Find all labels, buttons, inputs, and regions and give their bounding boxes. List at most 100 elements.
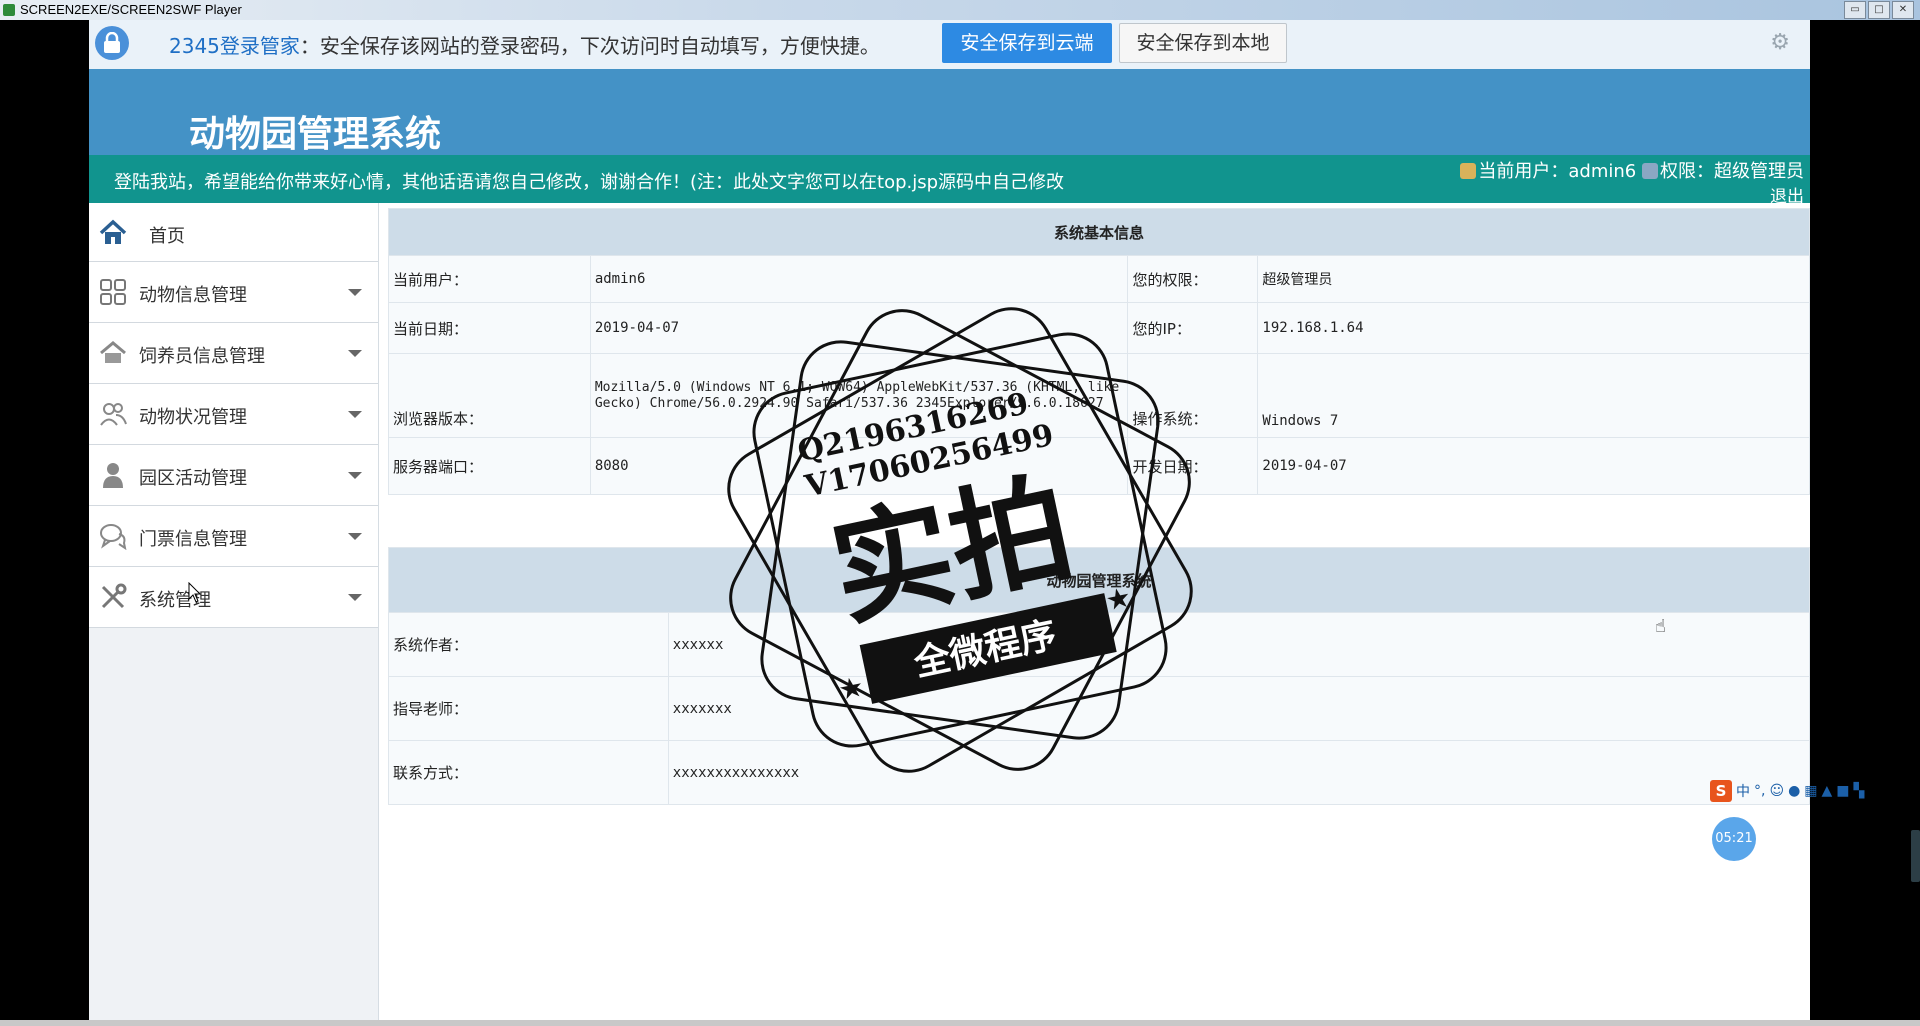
ime-logo-icon: S	[1710, 780, 1732, 802]
role-value: 超级管理员	[1714, 161, 1804, 182]
sidebar-item-label: 园区活动管理	[139, 468, 247, 489]
sidebar-item-ticket-info[interactable]: 门票信息管理	[89, 506, 378, 567]
window-controls: ▭ □ ✕	[1844, 1, 1914, 19]
user-info: 当前用户：admin6 权限：超级管理员	[1460, 157, 1804, 183]
cell-value: xxxxxxxxxxxxxxx	[667, 740, 1810, 805]
cell-value: Windows 7	[1257, 353, 1810, 438]
chevron-down-icon	[348, 350, 362, 357]
cell-label: 系统作者：	[388, 612, 669, 677]
about-table: 动物园管理系统 系统作者： xxxxxx 指导老师： xxxxxxx 联系方式：…	[388, 547, 1810, 805]
grid-icon	[100, 279, 126, 305]
ime-toolbar[interactable]: S 中 °, ☺ ● ▦ ▲ ■ ▚	[1710, 780, 1864, 802]
cell-value: 8080	[589, 437, 1129, 495]
cell-value: 192.168.1.64	[1257, 302, 1810, 354]
chevron-down-icon	[348, 411, 362, 418]
house-icon	[100, 341, 126, 363]
maximize-button[interactable]: □	[1868, 1, 1890, 19]
cell-label: 浏览器版本：	[388, 353, 591, 438]
sidebar-item-label: 动物状况管理	[139, 407, 247, 428]
password-manager-brand: 2345登录管家	[169, 34, 300, 58]
sidebar-item-system[interactable]: 系统管理	[89, 567, 378, 628]
table-row: 系统作者： xxxxxx	[388, 612, 1810, 677]
sidebar-item-label: 门票信息管理	[139, 529, 247, 550]
chevron-down-icon	[348, 289, 362, 296]
cell-label: 您的权限：	[1127, 255, 1259, 303]
table-row: 服务器端口： 8080 开发日期： 2019-04-07	[388, 437, 1810, 495]
chevron-down-icon	[348, 594, 362, 601]
cell-label: 服务器端口：	[388, 437, 591, 495]
cell-value: 2019-04-07	[1257, 437, 1810, 495]
cell-label: 您的IP：	[1127, 302, 1259, 354]
table-row: 指导老师： xxxxxxx	[388, 676, 1810, 741]
gear-icon[interactable]: ⚙	[1770, 30, 1790, 55]
cell-value: admin6	[589, 255, 1129, 303]
cell-label: 当前日期：	[388, 302, 591, 354]
logout-link[interactable]: 退出	[1770, 182, 1804, 207]
sidebar-item-home[interactable]: 首页	[89, 203, 378, 262]
site-title: 动物园管理系统	[189, 114, 442, 155]
sidebar-item-keeper-info[interactable]: 饲养员信息管理	[89, 323, 378, 384]
sidebar-item-label: 动物信息管理	[139, 285, 247, 306]
user-icon	[1460, 163, 1477, 179]
system-info-table: 系统基本信息 当前用户： admin6 您的权限： 超级管理员 当前日期： 20…	[388, 208, 1810, 495]
role-icon	[1642, 163, 1658, 179]
password-manager-bar: 2345登录管家：安全保存该网站的登录密码，下次访问时自动填写，方便快捷。 安全…	[89, 20, 1810, 70]
cell-value: 2019-04-07	[589, 302, 1129, 354]
cell-value: xxxxxx	[667, 612, 1810, 677]
table-row: 浏览器版本： Mozilla/5.0 (Windows NT 6.1; WOW6…	[388, 353, 1810, 438]
skin-icon[interactable]: ▲	[1822, 783, 1833, 799]
sidebar-item-park-activity[interactable]: 园区活动管理	[89, 445, 378, 506]
cell-label: 开发日期：	[1127, 437, 1259, 495]
sidebar-item-label: 饲养员信息管理	[139, 346, 265, 367]
lock-icon	[95, 26, 129, 60]
emoji-icon[interactable]: ☺	[1769, 783, 1784, 799]
table-row: 联系方式： xxxxxxxxxxxxxxx	[388, 740, 1810, 805]
table-row: 当前用户： admin6 您的权限： 超级管理员	[388, 255, 1810, 303]
hand-cursor-icon: ☝	[1655, 616, 1666, 637]
save-to-cloud-button[interactable]: 安全保存到云端	[942, 23, 1112, 63]
main-content: 系统基本信息 当前用户： admin6 您的权限： 超级管理员 当前日期： 20…	[388, 208, 1810, 805]
sidebar: 首页 动物信息管理 饲养员信息管理 动物状况管理 园区活动管理 门票信息管理 系…	[89, 203, 379, 1020]
sidebar-item-animal-status[interactable]: 动物状况管理	[89, 384, 378, 445]
close-button[interactable]: ✕	[1892, 1, 1914, 19]
about-heading: 动物园管理系统	[388, 547, 1810, 613]
grid-icon[interactable]: ▚	[1854, 783, 1865, 799]
cell-label: 当前用户：	[388, 255, 591, 303]
current-user-label: 当前用户：	[1478, 161, 1569, 182]
ime-mode[interactable]: 中	[1736, 781, 1750, 801]
cell-label: 指导老师：	[388, 676, 669, 741]
minimize-button[interactable]: ▭	[1844, 1, 1866, 19]
shirt-icon[interactable]: ■	[1836, 783, 1849, 799]
volume-gauge	[1911, 830, 1920, 882]
keyboard-icon[interactable]: ▦	[1804, 783, 1817, 799]
cell-label: 操作系统：	[1127, 353, 1259, 438]
sidebar-item-label: 首页	[149, 226, 185, 247]
save-to-local-button[interactable]: 安全保存到本地	[1119, 23, 1287, 63]
person-icon	[103, 463, 123, 488]
system-info-heading: 系统基本信息	[388, 208, 1810, 256]
mouse-pointer-icon	[188, 582, 202, 603]
home-icon	[99, 219, 127, 244]
chat-icon	[100, 524, 127, 550]
chevron-down-icon	[348, 533, 362, 540]
microphone-icon[interactable]: ●	[1788, 783, 1800, 799]
chevron-down-icon	[348, 472, 362, 479]
notice-text: 登陆我站，希望能给你带来好心情，其他话语请您自己修改，谢谢合作！(注：此处文字您…	[114, 172, 1065, 193]
ime-punct[interactable]: °,	[1754, 783, 1765, 799]
player-title: SCREEN2EXE/SCREEN2SWF Player	[20, 2, 242, 17]
browser-viewport: 2345登录管家：安全保存该网站的登录密码，下次访问时自动填写，方便快捷。 安全…	[89, 20, 1810, 1020]
player-bottom-bar	[0, 1020, 1920, 1026]
password-manager-text: ：安全保存该网站的登录密码，下次访问时自动填写，方便快捷。	[299, 34, 880, 58]
users-icon	[100, 403, 127, 426]
cell-label: 联系方式：	[388, 740, 669, 805]
sidebar-item-animal-info[interactable]: 动物信息管理	[89, 262, 378, 323]
notice-bar: 登陆我站，希望能给你带来好心情，其他话语请您自己修改，谢谢合作！(注：此处文字您…	[89, 155, 1810, 207]
recording-timer[interactable]: 05:21	[1712, 817, 1756, 861]
role-label: 权限：	[1660, 161, 1714, 182]
player-app-icon	[3, 4, 15, 16]
cell-value: Mozilla/5.0 (Windows NT 6.1; WOW64) Appl…	[589, 353, 1129, 438]
password-manager-message: 2345登录管家：安全保存该网站的登录密码，下次访问时自动填写，方便快捷。	[169, 30, 880, 59]
table-row: 当前日期： 2019-04-07 您的IP： 192.168.1.64	[388, 302, 1810, 354]
current-user-value: admin6	[1568, 161, 1637, 182]
cell-value: xxxxxxx	[667, 676, 1810, 741]
